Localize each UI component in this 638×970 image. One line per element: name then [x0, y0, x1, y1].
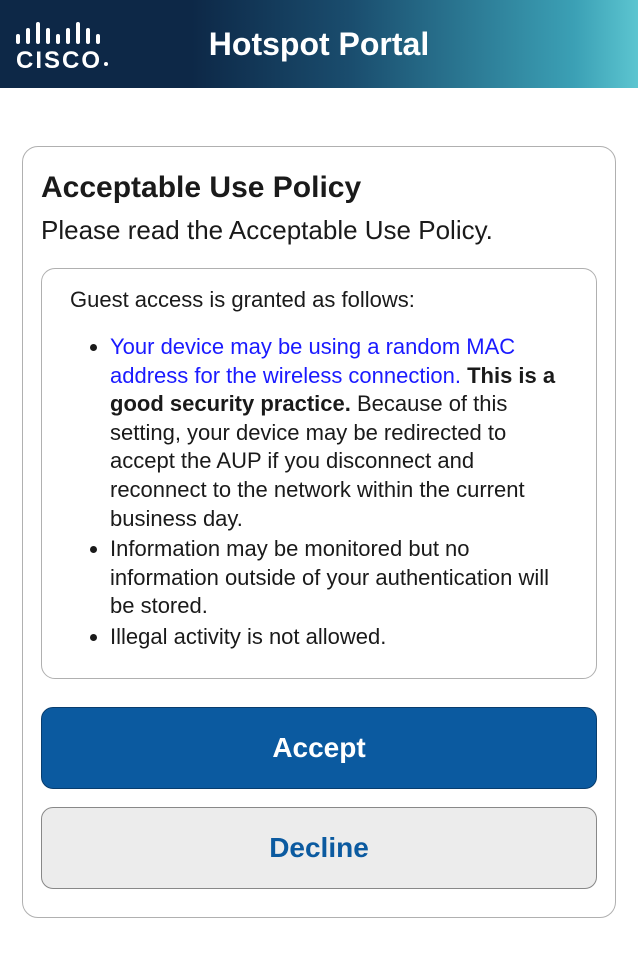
policy-text: Illegal activity is not allowed. — [110, 624, 386, 649]
policy-intro: Guest access is granted as follows: — [70, 287, 572, 313]
list-item: Your device may be using a random MAC ad… — [110, 333, 572, 533]
policy-text: Information may be monitored but no info… — [110, 536, 549, 618]
cisco-logo: CISCO — [10, 18, 120, 79]
policy-highlight-text: Your device may be using a random MAC ad… — [110, 334, 515, 388]
header-bar: CISCO Hotspot Portal — [0, 0, 638, 88]
list-item: Information may be monitored but no info… — [110, 535, 572, 621]
policy-box: Guest access is granted as follows: Your… — [41, 268, 597, 679]
policy-list: Your device may be using a random MAC ad… — [70, 333, 572, 652]
accept-button[interactable]: Accept — [41, 707, 597, 789]
decline-button[interactable]: Decline — [41, 807, 597, 889]
list-item: Illegal activity is not allowed. — [110, 623, 572, 652]
aup-card: Acceptable Use Policy Please read the Ac… — [22, 146, 616, 918]
card-title: Acceptable Use Policy — [41, 171, 597, 205]
card-subtitle: Please read the Acceptable Use Policy. — [41, 215, 597, 246]
svg-text:CISCO: CISCO — [16, 47, 102, 74]
